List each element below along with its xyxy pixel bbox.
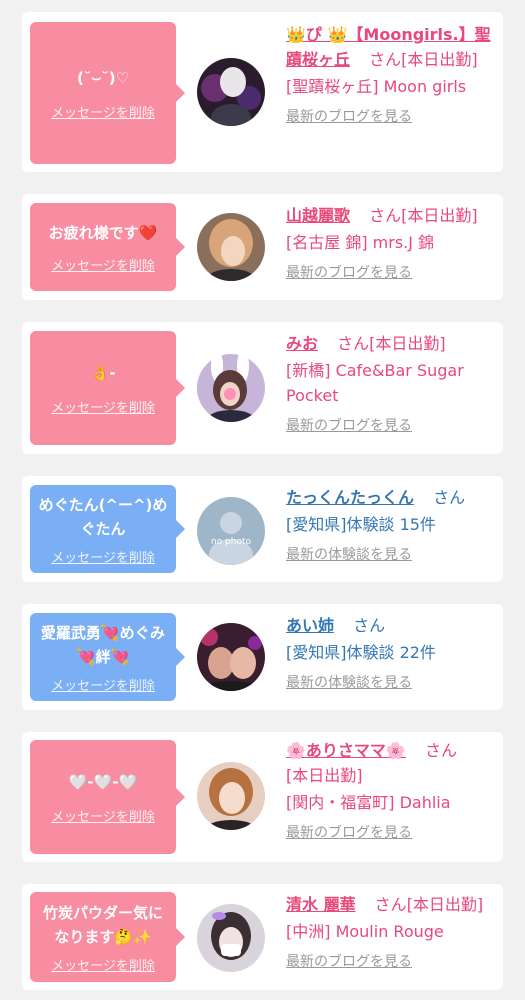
honorific: さん — [433, 488, 466, 507]
status-text: [本日出勤] — [369, 334, 446, 353]
message-text: めぐたん(^ー^)めぐたん — [38, 495, 168, 538]
status-text: [本日出勤] — [286, 766, 363, 785]
shop-text: [関内・福富町] Dahlia — [286, 793, 451, 812]
honorific: さん — [337, 334, 370, 353]
message-text: (˘⌣˘)♡ — [76, 69, 130, 87]
user-info: 🌸ありさママ🌸 さん [本日出勤] [関内・福富町] Dahlia 最新のブログ… — [286, 738, 498, 846]
shop-text: [新橋] Cafe&Bar Sugar Pocket — [286, 361, 464, 405]
message-card: めぐたん(^ー^)めぐたん メッセージを削除 no photo たっくんたっくん… — [22, 476, 503, 582]
message-card: (˘⌣˘)♡ メッセージを削除 👑ぴ 👑【Moongirls.】聖蹟桜ヶ丘 さん… — [22, 12, 503, 172]
message-bubble: 愛羅武勇💘めぐみ💘絆💘 メッセージを削除 — [30, 613, 185, 701]
message-card: 愛羅武勇💘めぐみ💘絆💘 メッセージを削除 あい姉 さん [愛知県]体験談 22件… — [22, 604, 503, 710]
avatar[interactable] — [197, 623, 265, 691]
avatar[interactable] — [197, 213, 265, 281]
user-info: 清水 麗華 さん[本日出勤] [中洲] Moulin Rouge 最新のブログを… — [286, 892, 498, 975]
message-card: 🤍-🤍-🤍 メッセージを削除 🌸ありさママ🌸 さん [本日出勤] [関内・福富町… — [22, 732, 503, 862]
message-bubble: (˘⌣˘)♡ メッセージを削除 — [30, 22, 185, 164]
honorific: さん — [424, 741, 457, 760]
avatar[interactable] — [197, 58, 265, 126]
user-name-link[interactable]: あい姉 — [286, 616, 334, 635]
message-card: 竹炭パウダー気になります🤔✨ メッセージを削除 清水 麗華 さん[本日出勤] [… — [22, 884, 503, 990]
user-name-link[interactable]: みお — [286, 334, 318, 353]
message-text: お疲れ様です❤️ — [48, 224, 158, 242]
user-name-link[interactable]: 清水 麗華 — [286, 895, 356, 914]
message-card: お疲れ様です❤️ メッセージを削除 山越麗歌 さん[本日出勤] [名古屋 錦] … — [22, 194, 503, 300]
latest-review-link[interactable]: 最新の体験談を見る — [286, 671, 498, 696]
shop-text: [中洲] Moulin Rouge — [286, 922, 444, 941]
message-bubble: お疲れ様です❤️ メッセージを削除 — [30, 203, 185, 291]
avatar[interactable] — [197, 354, 265, 422]
message-text: 🤍-🤍-🤍 — [68, 773, 138, 791]
latest-blog-link[interactable]: 最新のブログを見る — [286, 950, 498, 975]
honorific: さん — [353, 616, 386, 635]
latest-blog-link[interactable]: 最新のブログを見る — [286, 105, 498, 130]
user-name-link[interactable]: 🌸ありさママ🌸 — [286, 741, 406, 760]
avatar[interactable] — [197, 762, 265, 830]
delete-message-link[interactable]: メッセージを削除 — [51, 955, 155, 974]
honorific: さん — [369, 206, 402, 225]
message-bubble: めぐたん(^ー^)めぐたん メッセージを削除 — [30, 485, 185, 573]
delete-message-link[interactable]: メッセージを削除 — [51, 806, 155, 825]
review-count-text: [愛知県]体験談 15件 — [286, 515, 436, 534]
latest-blog-link[interactable]: 最新のブログを見る — [286, 414, 498, 439]
user-name-link[interactable]: たっくんたっくん — [286, 488, 414, 507]
shop-text: [名古屋 錦] mrs.J 錦 — [286, 233, 435, 252]
latest-review-link[interactable]: 最新の体験談を見る — [286, 543, 498, 568]
message-text: 👌- — [90, 364, 116, 382]
user-info: 👑ぴ 👑【Moongirls.】聖蹟桜ヶ丘 さん[本日出勤] [聖蹟桜ヶ丘] M… — [286, 22, 498, 130]
latest-blog-link[interactable]: 最新のブログを見る — [286, 821, 498, 846]
message-card: 👌- メッセージを削除 みお さん[本日出勤] [新橋] Cafe&Bar Su… — [22, 322, 503, 454]
user-info: たっくんたっくん さん [愛知県]体験談 15件 最新の体験談を見る — [286, 485, 498, 568]
delete-message-link[interactable]: メッセージを削除 — [51, 102, 155, 121]
no-photo-label: no photo — [210, 537, 252, 547]
user-name-link[interactable]: 山越麗歌 — [286, 206, 350, 225]
user-info: みお さん[本日出勤] [新橋] Cafe&Bar Sugar Pocket 最… — [286, 331, 498, 439]
status-text: [本日出勤] — [406, 895, 484, 914]
review-count-text: [愛知県]体験談 22件 — [286, 643, 436, 662]
message-bubble: 👌- メッセージを削除 — [30, 331, 185, 445]
message-bubble: 🤍-🤍-🤍 メッセージを削除 — [30, 740, 185, 854]
delete-message-link[interactable]: メッセージを削除 — [51, 547, 155, 566]
message-text: 竹炭パウダー気になります🤔✨ — [42, 903, 163, 946]
message-text: 愛羅武勇💘めぐみ💘絆💘 — [40, 623, 166, 666]
latest-blog-link[interactable]: 最新のブログを見る — [286, 261, 498, 286]
delete-message-link[interactable]: メッセージを削除 — [51, 255, 155, 274]
message-bubble: 竹炭パウダー気になります🤔✨ メッセージを削除 — [30, 892, 185, 982]
shop-text: [聖蹟桜ヶ丘] Moon girls — [286, 77, 467, 96]
avatar[interactable] — [197, 904, 265, 972]
avatar[interactable]: no photo — [197, 497, 265, 565]
delete-message-link[interactable]: メッセージを削除 — [51, 397, 155, 416]
honorific: さん — [374, 895, 407, 914]
user-info: あい姉 さん [愛知県]体験談 22件 最新の体験談を見る — [286, 613, 498, 696]
honorific: さん — [369, 50, 402, 69]
delete-message-link[interactable]: メッセージを削除 — [51, 675, 155, 694]
status-text: [本日出勤] — [401, 206, 478, 225]
status-text: [本日出勤] — [401, 50, 478, 69]
user-info: 山越麗歌 さん[本日出勤] [名古屋 錦] mrs.J 錦 最新のブログを見る — [286, 203, 498, 286]
